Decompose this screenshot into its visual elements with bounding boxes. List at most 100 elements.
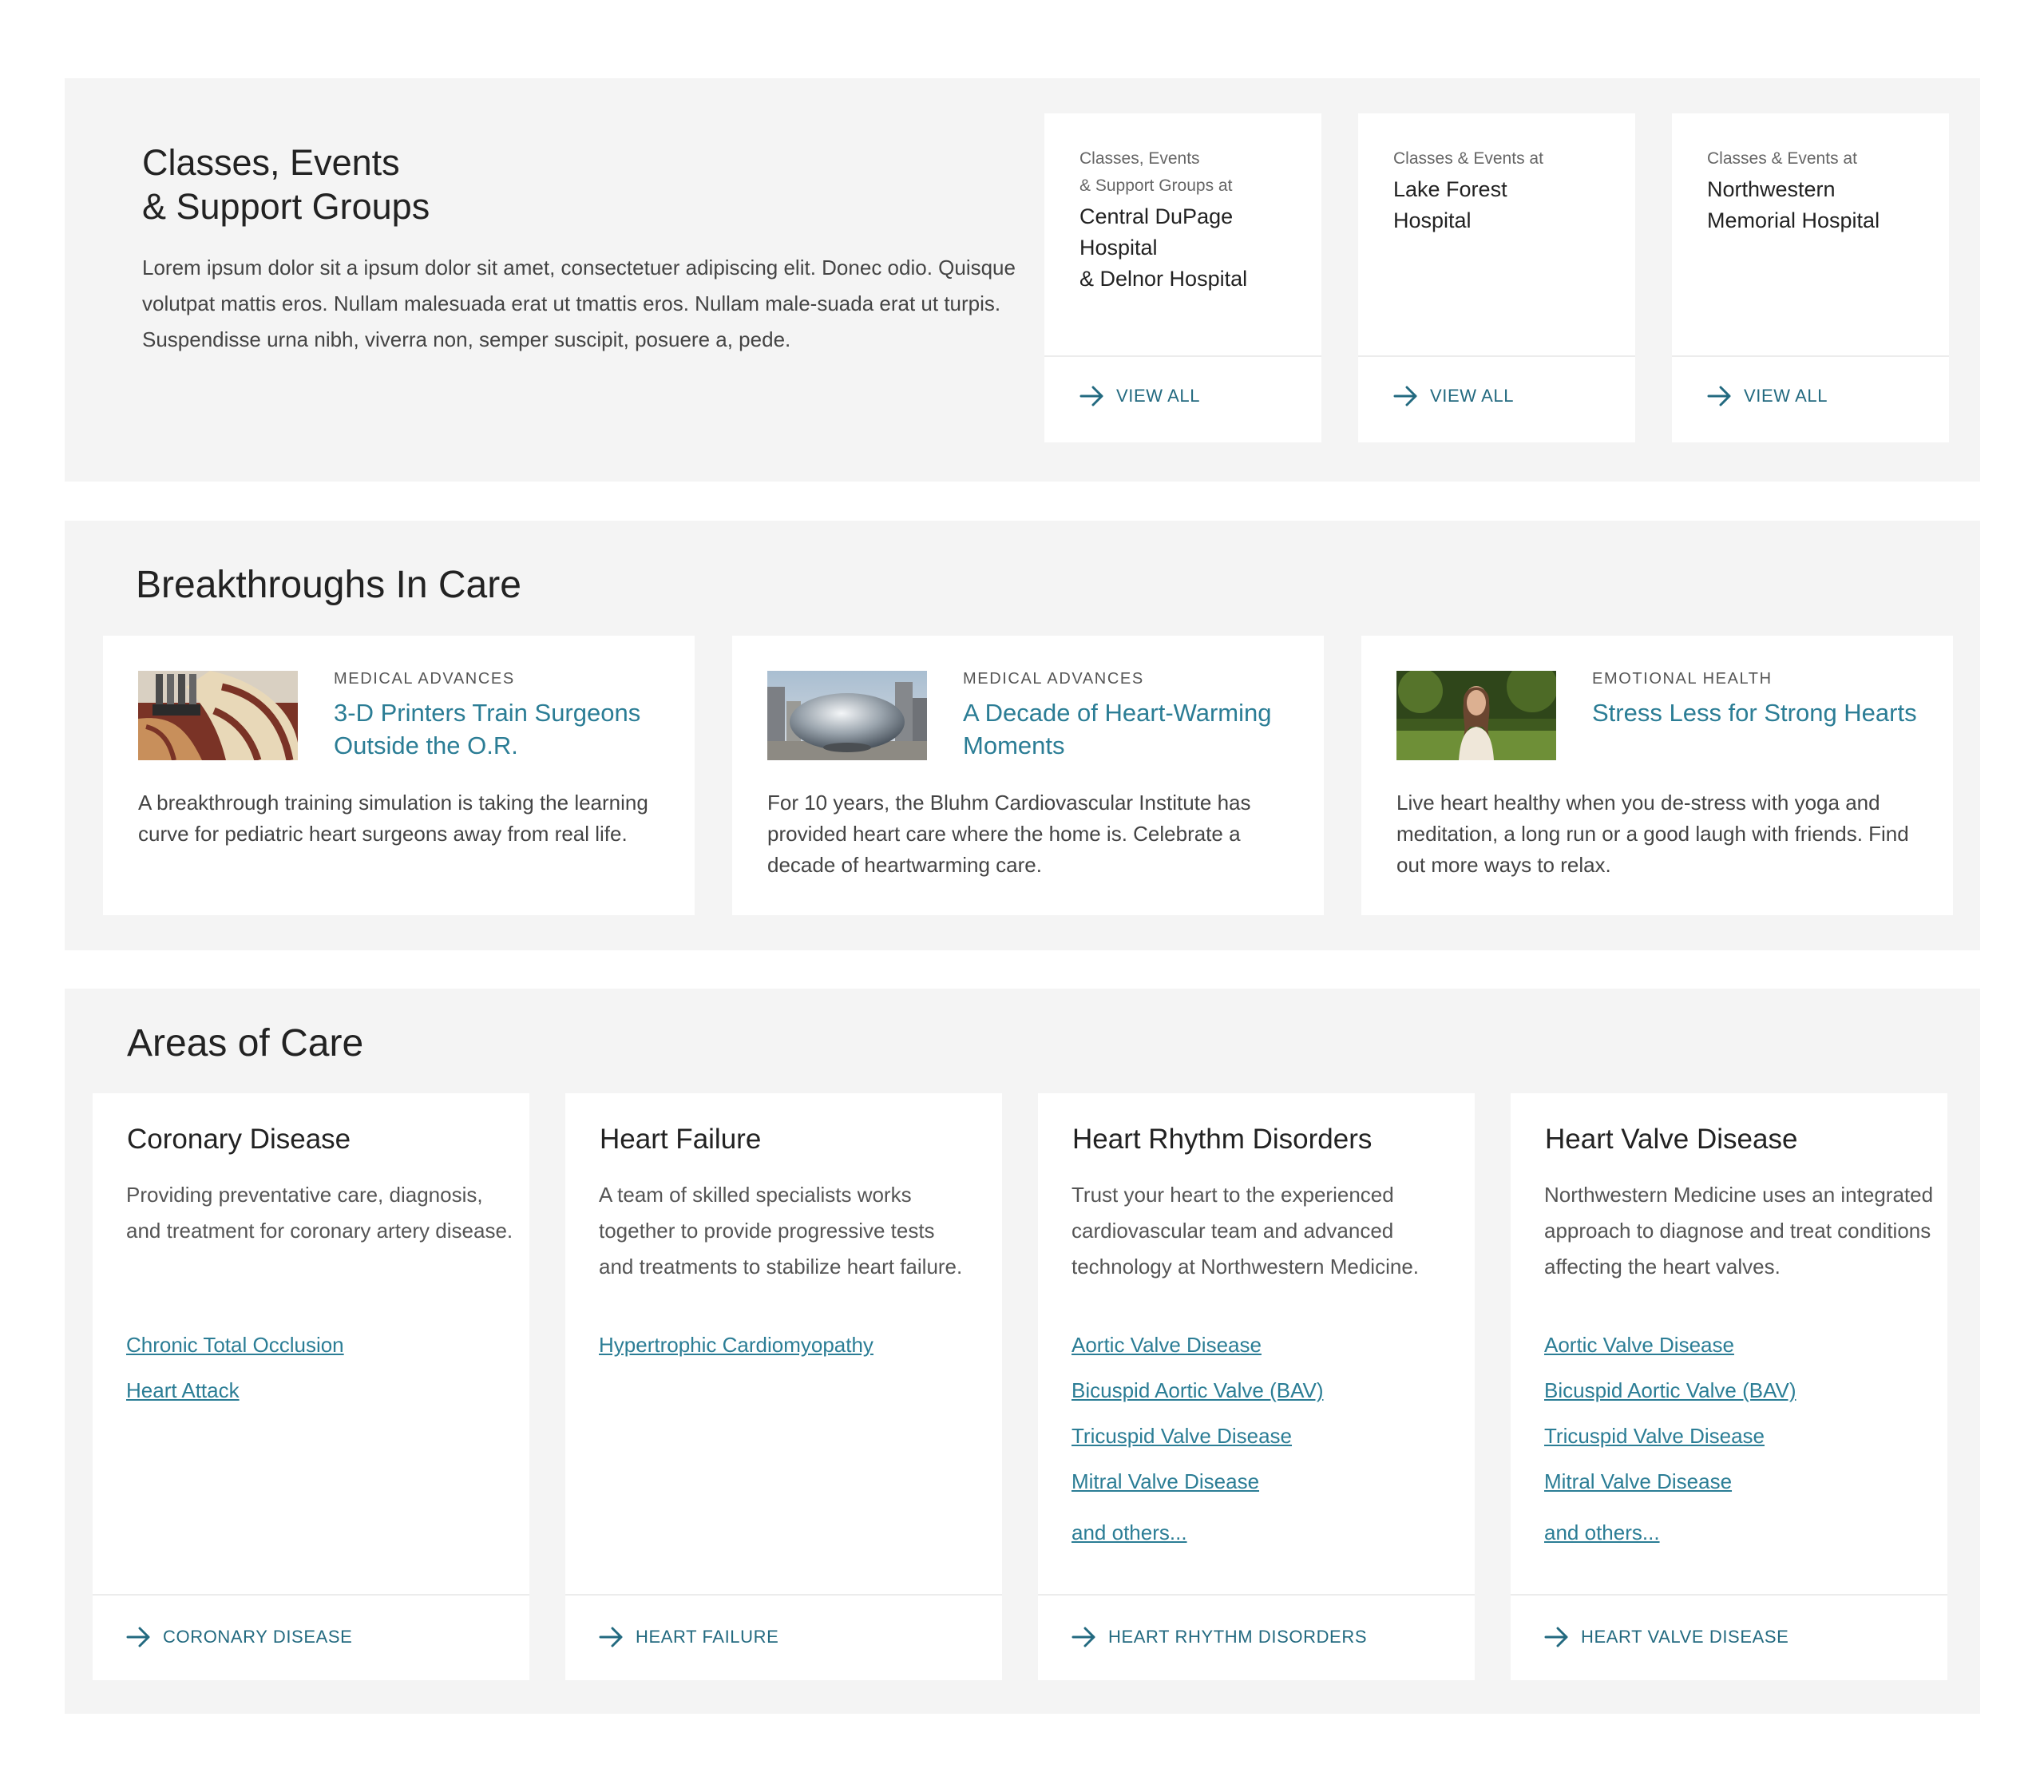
location-card-prefix: Classes & Events at	[1393, 145, 1625, 172]
divider	[93, 1594, 529, 1596]
article-category: MEDICAL ADVANCES	[334, 670, 515, 688]
condition-link[interactable]: Hypertrophic Cardiomyopathy	[599, 1331, 873, 1358]
article-title-line1: 3-D Printers Train Surgeons	[334, 699, 641, 727]
condition-link[interactable]: Aortic Valve Disease	[1072, 1331, 1262, 1358]
arrow-right-icon	[1707, 386, 1731, 406]
condition-link[interactable]: Bicuspid Aortic Valve (BAV)	[1072, 1377, 1324, 1404]
cta-label: CORONARY DISEASE	[163, 1627, 353, 1647]
article-title-line1: A Decade of Heart-Warming	[963, 699, 1272, 727]
condition-link[interactable]: Aortic Valve Disease	[1544, 1331, 1734, 1358]
article-title-link[interactable]: A Decade of Heart-Warming Moments	[963, 696, 1306, 762]
arrow-right-icon	[1544, 1627, 1568, 1647]
divider	[1511, 1594, 1947, 1596]
cloud-gate-image	[767, 671, 927, 760]
classes-title-line1: Classes, Events	[142, 142, 400, 183]
area-card-title: Coronary Disease	[127, 1124, 351, 1155]
condition-link[interactable]: Mitral Valve Disease	[1072, 1468, 1259, 1495]
article-description: A breakthrough training simulation is ta…	[138, 791, 648, 846]
view-all-label: VIEW ALL	[1116, 386, 1201, 406]
divider	[1044, 355, 1321, 357]
view-all-link-lake-forest[interactable]: VIEW ALL	[1393, 386, 1514, 406]
condition-link[interactable]: Bicuspid Aortic Valve (BAV)	[1544, 1377, 1796, 1404]
location-prefix-line1: Classes, Events	[1079, 149, 1200, 168]
location-prefix-line1: Classes & Events at	[1707, 149, 1857, 168]
article-title-line2: Outside the O.R.	[334, 731, 518, 759]
divider	[1358, 355, 1635, 357]
arrow-right-icon	[599, 1627, 623, 1647]
location-name-line2: Memorial Hospital	[1707, 208, 1880, 232]
article-card-decade-of-heart-warming[interactable]: MEDICAL ADVANCES A Decade of Heart-Warmi…	[732, 636, 1324, 915]
cta-link-heart-valve-disease[interactable]: HEART VALVE DISEASE	[1544, 1627, 1788, 1647]
arrow-right-icon	[1393, 386, 1417, 406]
article-thumbnail-cloud-gate[interactable]	[767, 671, 927, 760]
article-title-line1: Stress Less for Strong Hearts	[1592, 699, 1917, 727]
location-name: Central DuPage Hospital & Delnor Hospita…	[1079, 201, 1311, 295]
article-card-3d-printers[interactable]: MEDICAL ADVANCES 3-D Printers Train Surg…	[103, 636, 695, 915]
location-name: Northwestern Memorial Hospital	[1707, 174, 1939, 236]
and-others-link[interactable]: and others...	[1072, 1519, 1187, 1546]
classes-events-section: Classes, Events & Support Groups Lorem i…	[65, 78, 1980, 482]
area-card-description: Northwestern Medicine uses an integrated…	[1544, 1183, 1934, 1279]
article-category: MEDICAL ADVANCES	[963, 670, 1144, 688]
view-all-link-central-dupage[interactable]: VIEW ALL	[1079, 386, 1200, 406]
and-others-link[interactable]: and others...	[1544, 1519, 1660, 1546]
arrow-right-icon	[1072, 1627, 1095, 1647]
arrow-right-icon	[126, 1627, 150, 1647]
areas-of-care-section: Areas of Care Coronary Disease Providing…	[65, 989, 1980, 1714]
heart-model-image	[138, 671, 298, 760]
view-all-link-northwestern-memorial[interactable]: VIEW ALL	[1707, 386, 1828, 406]
divider	[1038, 1594, 1475, 1596]
location-card-lake-forest: Classes & Events at Lake Forest Hospital…	[1358, 113, 1635, 442]
arrow-right-icon	[1079, 386, 1103, 406]
areas-of-care-title: Areas of Care	[127, 1022, 364, 1064]
condition-link[interactable]: Chronic Total Occlusion	[126, 1331, 344, 1358]
article-title-link[interactable]: 3-D Printers Train Surgeons Outside the …	[334, 696, 677, 762]
divider	[1672, 355, 1949, 357]
classes-description: Lorem ipsum dolor sit a ipsum dolor sit …	[142, 256, 1016, 351]
cta-label: HEART VALVE DISEASE	[1581, 1627, 1789, 1647]
location-card-prefix: Classes & Events at	[1707, 145, 1939, 172]
article-thumbnail-woman-relaxing[interactable]	[1396, 671, 1556, 760]
location-prefix-line2: & Support Groups at	[1079, 176, 1233, 195]
article-thumbnail-3d-heart-model[interactable]	[138, 671, 298, 760]
cta-link-coronary-disease[interactable]: CORONARY DISEASE	[126, 1627, 352, 1647]
article-title-link[interactable]: Stress Less for Strong Hearts	[1592, 696, 1935, 729]
area-card-heart-failure: Heart Failure A team of skilled speciali…	[565, 1093, 1002, 1680]
location-prefix-line1: Classes & Events at	[1393, 149, 1543, 168]
location-name: Lake Forest Hospital	[1393, 174, 1625, 236]
breakthroughs-title: Breakthroughs In Care	[136, 564, 521, 606]
location-name-line1: Central DuPage	[1079, 204, 1234, 228]
condition-link[interactable]: Mitral Valve Disease	[1544, 1468, 1732, 1495]
area-card-heart-valve-disease: Heart Valve Disease Northwestern Medicin…	[1511, 1093, 1947, 1680]
condition-link[interactable]: Heart Attack	[126, 1377, 240, 1404]
cta-label: HEART RHYTHM DISORDERS	[1108, 1627, 1368, 1647]
cta-label: HEART FAILURE	[636, 1627, 779, 1647]
condition-link[interactable]: Tricuspid Valve Disease	[1072, 1422, 1292, 1449]
cta-link-heart-rhythm-disorders[interactable]: HEART RHYTHM DISORDERS	[1072, 1627, 1367, 1647]
view-all-label: VIEW ALL	[1430, 386, 1515, 406]
breakthroughs-section: Breakthroughs In Care MEDICAL ADVANCES 3…	[65, 521, 1980, 950]
article-title-line2: Moments	[963, 731, 1065, 759]
cta-link-heart-failure[interactable]: HEART FAILURE	[599, 1627, 778, 1647]
classes-section-title: Classes, Events & Support Groups	[142, 141, 430, 228]
divider	[565, 1594, 1002, 1596]
location-name-line3: & Delnor Hospital	[1079, 267, 1248, 291]
article-description: Live heart healthy when you de-stress wi…	[1396, 791, 1909, 877]
location-name-line2: Hospital	[1393, 208, 1472, 232]
location-card-prefix: Classes, Events & Support Groups at	[1079, 145, 1311, 200]
article-card-stress-less[interactable]: EMOTIONAL HEALTH Stress Less for Strong …	[1361, 636, 1953, 915]
condition-link[interactable]: Tricuspid Valve Disease	[1544, 1422, 1765, 1449]
area-card-description: A team of skilled specialists works toge…	[599, 1183, 963, 1279]
location-name-line1: Northwestern	[1707, 177, 1836, 201]
location-name-line1: Lake Forest	[1393, 177, 1507, 201]
area-card-coronary-disease: Coronary Disease Providing preventative …	[93, 1093, 529, 1680]
view-all-label: VIEW ALL	[1744, 386, 1828, 406]
article-description: For 10 years, the Bluhm Cardiovascular I…	[767, 791, 1251, 877]
location-card-northwestern-memorial: Classes & Events at Northwestern Memoria…	[1672, 113, 1949, 442]
article-category: EMOTIONAL HEALTH	[1592, 670, 1773, 688]
area-card-title: Heart Rhythm Disorders	[1072, 1124, 1373, 1155]
area-card-title: Heart Valve Disease	[1545, 1124, 1798, 1155]
classes-title-line2: & Support Groups	[142, 186, 430, 227]
woman-relaxing-image	[1396, 671, 1556, 760]
area-card-description: Providing preventative care, diagnosis, …	[126, 1183, 513, 1243]
